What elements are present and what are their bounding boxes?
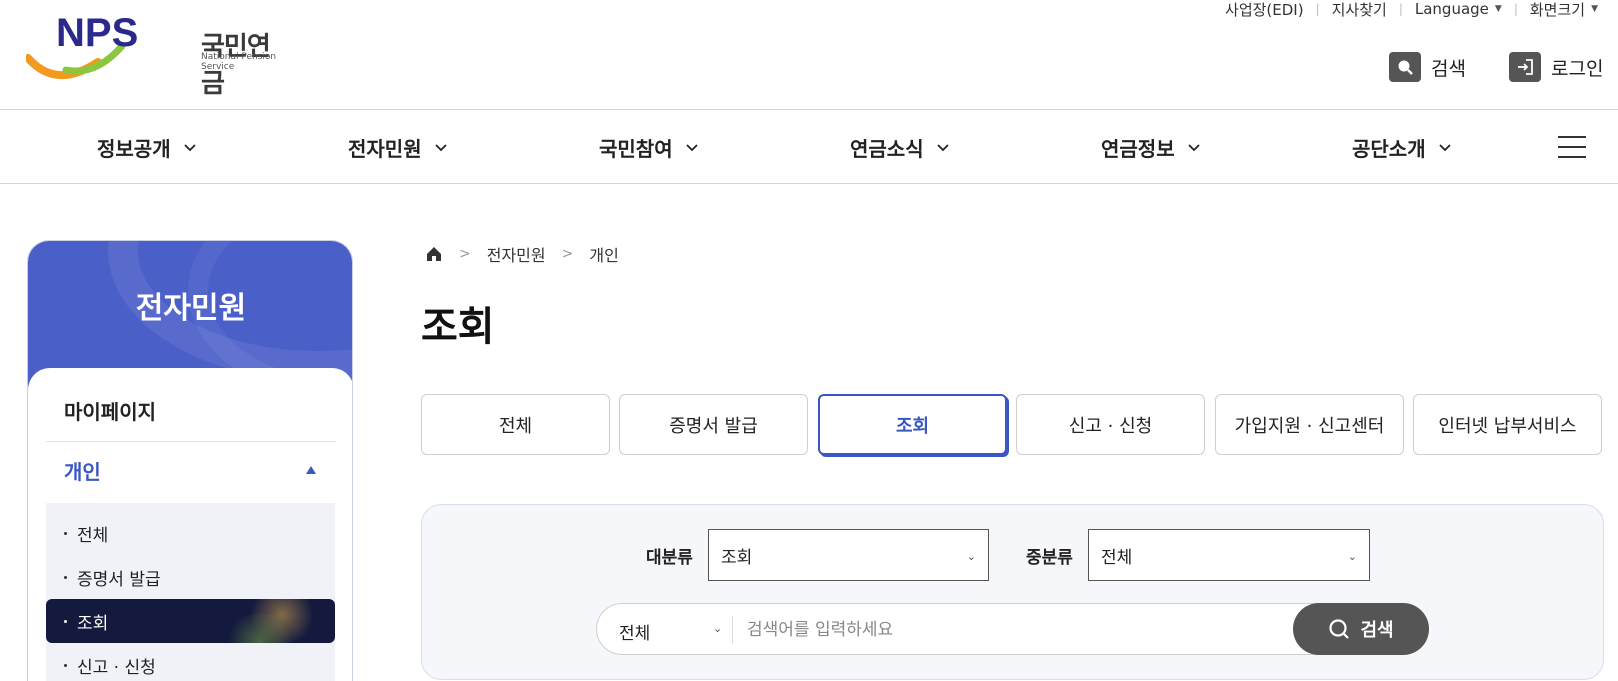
sidebar-menu: 마이페이지 개인 전체 증명서 발급 조회 신고 · 신청 xyxy=(28,368,352,681)
subitem-label: 증명서 발급 xyxy=(77,569,161,590)
page-title: 조회 xyxy=(421,304,495,350)
sidebar-submenu: 전체 증명서 발급 조회 신고 · 신청 xyxy=(46,503,335,681)
header-search-label: 검색 xyxy=(1431,57,1466,80)
select-value: 전체 xyxy=(1101,547,1133,568)
breadcrumb: > 전자민원 > 개인 xyxy=(425,242,619,266)
sidebar-subitem-certificate[interactable]: 증명서 발급 xyxy=(46,555,335,599)
sidebar-subitem-all[interactable]: 전체 xyxy=(46,511,335,555)
util-separator: | xyxy=(1398,2,1403,16)
subitem-label: 신고 · 신청 xyxy=(77,657,156,678)
bullet-icon xyxy=(64,619,67,623)
tab-certificate[interactable]: 증명서 발급 xyxy=(619,394,808,455)
sidebar-title: 전자민원 xyxy=(135,291,247,326)
menu-icon[interactable] xyxy=(1558,136,1586,158)
major-category-label: 대분류 xyxy=(646,548,693,568)
subitem-label: 조회 xyxy=(77,613,109,634)
util-link-edi[interactable]: 사업장(EDI) xyxy=(1225,0,1304,20)
search-scope-select[interactable]: 전체 xyxy=(619,619,650,644)
chevron-down-icon xyxy=(1438,144,1451,152)
util-separator: | xyxy=(1513,2,1518,16)
divider xyxy=(732,616,733,644)
breadcrumb-item[interactable]: 전자민원 xyxy=(487,242,546,266)
gnb-item-pension-info[interactable]: 연금정보 xyxy=(1101,110,1201,184)
gnb-label: 공단소개 xyxy=(1352,136,1426,161)
bullet-icon xyxy=(64,575,67,579)
logo-swoosh-icon: NPS xyxy=(26,12,138,79)
util-link-language[interactable]: Language xyxy=(1415,0,1489,18)
search-icon xyxy=(1329,619,1350,639)
tab-inquiry[interactable]: 조회 xyxy=(818,394,1007,455)
search-bar: 전체 ⌄ 검색 xyxy=(596,603,1429,655)
gnb-item-e-civil[interactable]: 전자민원 xyxy=(348,110,448,184)
gnb-label: 국민참여 xyxy=(599,136,673,161)
search-submit-button[interactable]: 검색 xyxy=(1293,603,1429,655)
sidebar-subitem-report[interactable]: 신고 · 신청 xyxy=(46,643,335,681)
logo-subtitle: National Pension Service xyxy=(201,52,277,72)
gnb-label: 연금정보 xyxy=(1101,136,1175,161)
login-icon xyxy=(1509,52,1541,82)
nps-logo[interactable]: NPS 국민연금 National Pension Service xyxy=(26,12,286,99)
header-search-button[interactable]: 검색 xyxy=(1389,52,1466,82)
chevron-down-icon xyxy=(183,144,196,152)
breadcrumb-separator: > xyxy=(561,246,574,262)
sidebar: 전자민원 마이페이지 개인 전체 증명서 발급 조회 신고 · 신청 xyxy=(27,240,353,681)
gnb-item-news[interactable]: 연금소식 xyxy=(850,110,950,184)
chevron-down-icon: ⌄ xyxy=(713,622,723,635)
util-link-screen-size[interactable]: 화면크기 xyxy=(1530,0,1585,20)
gnb-item-about[interactable]: 공단소개 xyxy=(1352,110,1452,184)
chevron-down-icon xyxy=(434,144,447,152)
util-link-branch[interactable]: 지사찾기 xyxy=(1332,0,1387,20)
tab-internet-payment[interactable]: 인터넷 납부서비스 xyxy=(1413,394,1602,455)
divider xyxy=(46,441,336,442)
breadcrumb-item[interactable]: 개인 xyxy=(589,242,618,266)
select-value: 조회 xyxy=(721,547,753,568)
gnb-item-info[interactable]: 정보공개 xyxy=(97,110,197,184)
gnb-item-participation[interactable]: 국민참여 xyxy=(599,110,699,184)
home-icon[interactable] xyxy=(425,245,443,263)
main-navigation: 정보공개 전자민원 국민참여 연금소식 연금정보 공단소개 xyxy=(0,110,1618,184)
site-header: NPS 국민연금 National Pension Service 사업장(ED… xyxy=(0,0,1618,110)
search-button-label: 검색 xyxy=(1360,620,1394,641)
bullet-icon xyxy=(64,531,67,535)
chevron-down-icon xyxy=(685,144,698,152)
sidebar-subitem-inquiry[interactable]: 조회 xyxy=(46,599,335,643)
login-button[interactable]: 로그인 xyxy=(1509,52,1603,82)
caret-down-icon: ▼ xyxy=(1494,4,1502,14)
search-input[interactable] xyxy=(747,612,1267,648)
gnb-label: 연금소식 xyxy=(850,136,924,161)
chevron-down-icon xyxy=(1187,144,1200,152)
bullet-icon xyxy=(64,663,67,667)
logo-mark: NPS xyxy=(56,12,138,55)
login-label: 로그인 xyxy=(1551,57,1604,80)
tab-report[interactable]: 신고 · 신청 xyxy=(1016,394,1205,455)
util-separator: | xyxy=(1315,2,1320,16)
sidebar-item-mypage[interactable]: 마이페이지 xyxy=(64,396,156,425)
tab-support-center[interactable]: 가입지원 · 신고센터 xyxy=(1215,394,1404,455)
search-panel: 대분류 조회 ⌄ 중분류 전체 ⌄ 전체 ⌄ 검색 xyxy=(421,504,1604,680)
chevron-down-icon: ⌄ xyxy=(966,550,976,563)
breadcrumb-separator: > xyxy=(459,246,471,262)
sidebar-item-personal[interactable]: 개인 xyxy=(64,456,101,485)
gnb-label: 전자민원 xyxy=(348,136,422,161)
search-icon xyxy=(1389,52,1421,82)
chevron-down-icon xyxy=(936,144,949,152)
major-category-select[interactable]: 조회 ⌄ xyxy=(708,529,989,581)
minor-category-select[interactable]: 전체 ⌄ xyxy=(1088,529,1370,581)
subitem-label: 전체 xyxy=(77,525,109,546)
minor-category-label: 중분류 xyxy=(1026,548,1073,568)
gnb-label: 정보공개 xyxy=(97,136,171,161)
tab-all[interactable]: 전체 xyxy=(421,394,610,455)
chevron-down-icon: ⌄ xyxy=(1347,550,1357,563)
caret-up-icon[interactable] xyxy=(306,466,316,474)
caret-down-icon: ▼ xyxy=(1591,4,1598,14)
utility-links: 사업장(EDI) | 지사찾기 | Language ▼ | 화면크기 ▼ xyxy=(1225,0,1598,20)
